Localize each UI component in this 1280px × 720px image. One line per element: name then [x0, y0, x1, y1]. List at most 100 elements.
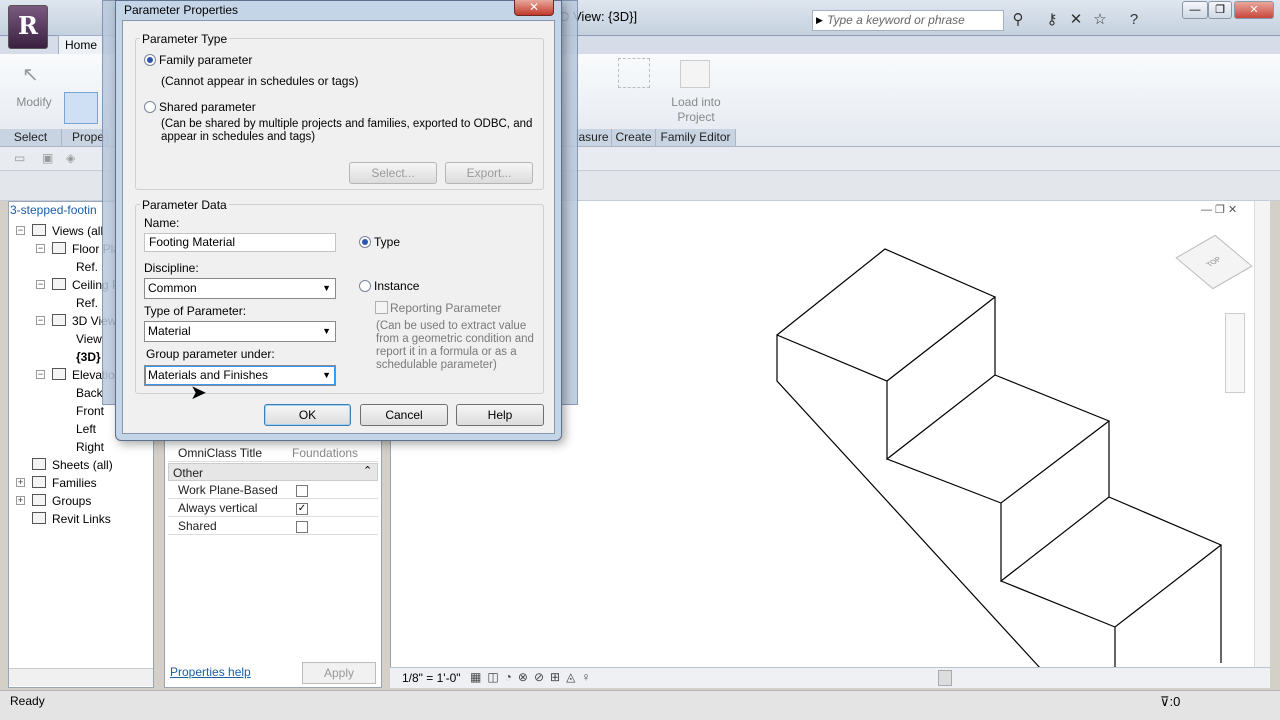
- name-field[interactable]: Footing Material: [144, 233, 336, 252]
- select-button[interactable]: Select...: [349, 162, 437, 184]
- browser-tree-item-label: Sheets (all): [52, 458, 113, 472]
- dialog-close-button[interactable]: ✕: [514, 0, 554, 16]
- group-under-label: Group parameter under:: [146, 347, 275, 361]
- collapse-icon[interactable]: −: [36, 370, 45, 379]
- apply-button[interactable]: Apply: [302, 662, 376, 684]
- browser-tree-item-label: Back: [76, 386, 103, 400]
- tab-home[interactable]: Home: [58, 35, 105, 54]
- type-radio[interactable]: [359, 236, 371, 248]
- collapse-chevron-icon[interactable]: ⌃: [363, 464, 372, 477]
- collapse-icon[interactable]: −: [36, 280, 45, 289]
- infocenter-search-input[interactable]: Type a keyword or phrase: [812, 10, 1004, 31]
- view-control-icons[interactable]: ▦◫◔⊗⊘⊞◬♀: [470, 670, 596, 684]
- key-icon[interactable]: ⚷: [1042, 10, 1062, 30]
- canvas-vertical-scrollbar[interactable]: [1254, 201, 1270, 667]
- minimize-button[interactable]: —: [1182, 1, 1208, 19]
- reporting-parameter-checkbox[interactable]: [375, 301, 388, 314]
- expand-icon[interactable]: +: [16, 496, 25, 505]
- revit-logo-icon: R: [18, 11, 38, 40]
- work-plane-based-checkbox[interactable]: [296, 485, 308, 497]
- modify-arrow-icon[interactable]: ↖: [22, 62, 46, 86]
- filter-icon[interactable]: ⊽:0: [1160, 694, 1180, 710]
- favorites-star-icon[interactable]: ☆: [1090, 10, 1110, 30]
- sync-icon[interactable]: ◈: [66, 151, 75, 165]
- browser-tree-item-label: Right: [76, 440, 105, 454]
- collapse-icon[interactable]: −: [16, 226, 25, 235]
- type-of-parameter-select[interactable]: Material ▼: [144, 321, 336, 342]
- property-work-plane-based: Work Plane-Based: [168, 481, 378, 499]
- type-radio-label[interactable]: Type: [374, 235, 400, 249]
- browser-tree-item-label: Left: [76, 422, 97, 436]
- help-button[interactable]: Help: [456, 404, 544, 426]
- navigation-bar[interactable]: [1225, 313, 1245, 393]
- property-always-vertical: Always vertical ✓: [168, 499, 378, 517]
- property-shared: Shared: [168, 517, 378, 535]
- create-panel-label: Create: [612, 129, 656, 146]
- browser-tree-item-label: Front: [76, 404, 105, 418]
- binoculars-icon[interactable]: ⚲: [1008, 10, 1028, 30]
- shared-parameter-radio[interactable]: [144, 101, 156, 113]
- chevron-down-icon: ▼: [322, 370, 331, 380]
- browser-tree-item-label: Ref.: [76, 260, 99, 274]
- load-into-project-label-2[interactable]: Project: [660, 110, 732, 124]
- instance-radio-label[interactable]: Instance: [374, 279, 419, 293]
- open-icon[interactable]: ▭: [14, 151, 25, 165]
- collapse-icon[interactable]: −: [36, 316, 45, 325]
- canvas-window-controls-icon[interactable]: — ❐ ✕: [1201, 203, 1237, 216]
- browser-tree-item-label: Views (all: [52, 224, 104, 238]
- group-under-select[interactable]: Materials and Finishes ▼: [144, 365, 336, 386]
- properties-help-link[interactable]: Properties help: [170, 665, 251, 679]
- close-app-button[interactable]: ✕: [1234, 1, 1274, 19]
- family-parameter-label[interactable]: Family parameter: [159, 53, 252, 67]
- property-omniclass-title: OmniClass Title Foundations: [168, 444, 378, 462]
- project-browser-title: 3-stepped-footin: [10, 203, 97, 217]
- reporting-note-2: from a geometric condition and: [376, 333, 534, 345]
- shared-checkbox[interactable]: [296, 521, 308, 533]
- load-into-project-icon[interactable]: [680, 60, 710, 88]
- expand-icon[interactable]: +: [16, 478, 25, 487]
- family-parameter-radio[interactable]: [144, 54, 156, 66]
- browser-tree-item-label: Groups: [52, 494, 92, 508]
- shared-parameter-note-2: appear in schedules and tags): [161, 131, 316, 143]
- load-into-project-label-1[interactable]: Load into: [660, 95, 732, 109]
- property-key: Work Plane-Based: [178, 483, 278, 497]
- search-expand-arrow-icon[interactable]: ▶: [816, 15, 823, 26]
- status-bar: [0, 690, 1280, 720]
- discipline-label: Discipline:: [144, 261, 199, 275]
- type-of-parameter-value: Material: [148, 324, 191, 338]
- reporting-note-3: report it in a formula or as a: [376, 346, 517, 358]
- modify-button-label[interactable]: Modify: [12, 95, 56, 109]
- discipline-select[interactable]: Common ▼: [144, 278, 336, 299]
- create-tool-icon[interactable]: [618, 58, 650, 88]
- property-group-other[interactable]: Other ⌃: [168, 463, 378, 481]
- project-browser-scrollbar[interactable]: [9, 668, 153, 686]
- collapse-icon[interactable]: −: [36, 244, 45, 253]
- browser-tree-item-label: View: [76, 332, 102, 346]
- dialog-title: Parameter Properties: [124, 3, 239, 17]
- ok-button[interactable]: OK: [264, 404, 351, 426]
- type-of-parameter-label: Type of Parameter:: [144, 304, 247, 318]
- family-editor-panel-label: Family Editor: [656, 129, 736, 146]
- family-types-icon[interactable]: [64, 92, 98, 124]
- browser-tree-item-label: Families: [52, 476, 97, 490]
- horizontal-scroll-thumb[interactable]: [938, 670, 952, 686]
- property-value: Foundations: [292, 446, 359, 460]
- measure-panel-label: asure: [576, 129, 612, 146]
- always-vertical-checkbox[interactable]: ✓: [296, 503, 308, 515]
- browser-node-icon: [32, 494, 46, 506]
- maximize-button[interactable]: ❐: [1208, 1, 1232, 19]
- instance-radio[interactable]: [359, 280, 371, 292]
- reporting-parameter-label[interactable]: Reporting Parameter: [390, 301, 501, 315]
- shared-parameter-label[interactable]: Shared parameter: [159, 100, 256, 114]
- communication-icon[interactable]: ✕: [1066, 10, 1086, 30]
- browser-node-icon: [32, 224, 46, 236]
- name-label: Name:: [144, 216, 180, 230]
- property-key: OmniClass Title: [178, 446, 263, 460]
- application-menu-button[interactable]: R: [8, 5, 48, 49]
- help-icon[interactable]: ?: [1124, 10, 1144, 30]
- export-button[interactable]: Export...: [445, 162, 533, 184]
- view-scale[interactable]: 1/8" = 1'-0": [402, 671, 461, 685]
- browser-tree-item-label: Revit Links: [52, 512, 111, 526]
- save-icon[interactable]: ▣: [42, 151, 53, 165]
- cancel-button[interactable]: Cancel: [360, 404, 448, 426]
